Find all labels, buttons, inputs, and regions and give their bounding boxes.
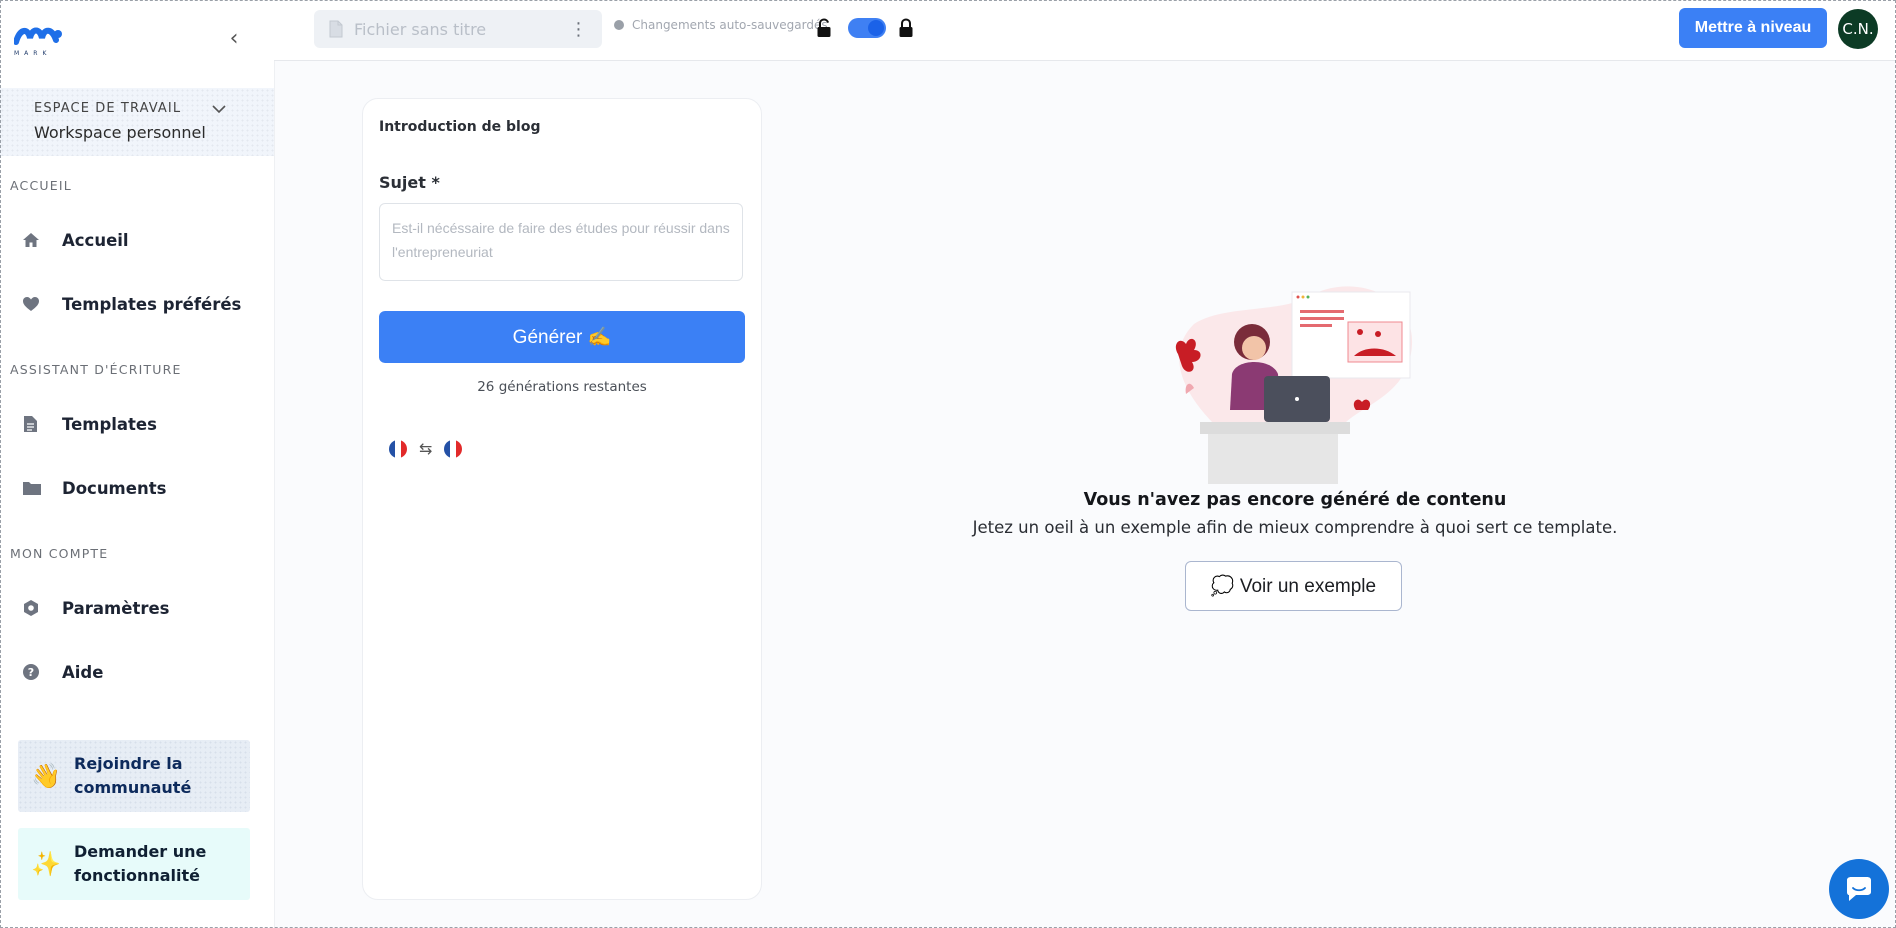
join-community-line-1: Rejoindre la	[74, 754, 183, 773]
sidebar-item-templates[interactable]: Templates	[22, 404, 252, 444]
join-community-card[interactable]: 👋 Rejoindre la communauté	[18, 740, 250, 812]
sidebar-item-label: Aide	[62, 662, 104, 682]
language-selector: ⇆	[389, 439, 463, 458]
empty-state-illustration	[1175, 286, 1413, 484]
lock-closed-icon	[899, 18, 913, 37]
status-dot-icon	[614, 20, 624, 30]
source-language-flag-icon[interactable]	[389, 439, 407, 458]
generate-button[interactable]: Générer ✍️	[379, 311, 745, 363]
home-icon	[22, 231, 50, 249]
file-name-field[interactable]: Fichier sans titre ⋮	[314, 10, 602, 48]
template-title: Introduction de blog	[379, 119, 541, 135]
sidebar: MARK ‹ ESPACE DE TRAVAIL Workspace perso…	[0, 0, 275, 928]
sidebar-item-help[interactable]: ? Aide	[22, 652, 252, 692]
avatar[interactable]: C.N.	[1838, 9, 1878, 49]
sidebar-item-label: Templates préférés	[62, 294, 242, 314]
top-bar: Fichier sans titre ⋮ Changements auto-sa…	[274, 0, 1896, 61]
workspace-name: Workspace personnel	[34, 123, 206, 142]
join-community-label: Rejoindre la communauté	[74, 752, 191, 800]
empty-state-title: Vous n'avez pas encore généré de contenu	[1083, 490, 1507, 510]
request-feature-line-2: fonctionnalité	[74, 866, 200, 885]
autosave-text: Changements auto-sauvegardés	[632, 18, 828, 32]
sidebar-item-favorites[interactable]: Templates préférés	[22, 284, 252, 324]
section-account: MON COMPTE	[10, 546, 109, 561]
heart-icon	[22, 295, 50, 313]
sidebar-item-settings[interactable]: Paramètres	[22, 588, 252, 628]
mark-logo[interactable]: MARK	[14, 22, 68, 56]
request-feature-line-1: Demander une	[74, 842, 207, 861]
subject-input[interactable]	[379, 203, 743, 281]
empty-state-subtitle: Jetez un oeil à un exemple afin de mieux…	[972, 518, 1618, 537]
target-language-flag-icon[interactable]	[444, 439, 463, 458]
chat-bubble-icon	[1847, 877, 1871, 901]
join-community-line-2: communauté	[74, 778, 192, 797]
subject-label: Sujet *	[379, 173, 440, 192]
view-example-button[interactable]: 💭 Voir un exemple	[1185, 561, 1402, 611]
help-icon: ?	[22, 663, 50, 681]
section-writing: ASSISTANT D'ÉCRITURE	[10, 362, 182, 377]
privacy-toggle[interactable]	[848, 18, 886, 38]
toggle-knob	[868, 20, 884, 36]
request-feature-label: Demander une fonctionnalité	[74, 840, 206, 888]
chat-support-button[interactable]	[1829, 859, 1889, 919]
settings-icon	[22, 599, 50, 617]
lock-open-icon	[817, 18, 831, 37]
more-vertical-icon[interactable]: ⋮	[568, 19, 588, 40]
waving-hand-icon: 👋	[31, 762, 61, 790]
autosave-status: Changements auto-sauvegardés	[614, 18, 828, 32]
template-form-panel: Introduction de blog Sujet * Générer ✍️ …	[362, 98, 762, 900]
swap-languages-icon[interactable]: ⇆	[419, 439, 432, 458]
folder-icon	[22, 480, 50, 496]
sidebar-item-documents[interactable]: Documents	[22, 468, 252, 508]
workspace-selector[interactable]: ESPACE DE TRAVAIL Workspace personnel	[0, 88, 274, 156]
file-icon	[22, 415, 50, 433]
sidebar-item-label: Templates	[62, 414, 157, 434]
file-name: Fichier sans titre	[354, 19, 487, 39]
section-home: ACCUEIL	[10, 178, 72, 193]
sidebar-item-label: Paramètres	[62, 598, 170, 618]
upgrade-button[interactable]: Mettre à niveau	[1679, 8, 1827, 48]
collapse-sidebar-icon[interactable]: ‹	[224, 28, 244, 52]
svg-text:MARK: MARK	[14, 50, 51, 56]
document-icon	[329, 20, 343, 38]
svg-text:?: ?	[28, 666, 34, 679]
sidebar-item-label: Documents	[62, 478, 167, 498]
remaining-generations: 26 générations restantes	[477, 379, 647, 395]
chevron-down-icon	[212, 105, 226, 114]
workspace-label: ESPACE DE TRAVAIL	[34, 101, 182, 116]
sidebar-item-home[interactable]: Accueil	[22, 220, 252, 260]
sparkles-icon: ✨	[31, 850, 61, 878]
request-feature-card[interactable]: ✨ Demander une fonctionnalité	[18, 828, 250, 900]
sidebar-item-label: Accueil	[62, 230, 129, 250]
